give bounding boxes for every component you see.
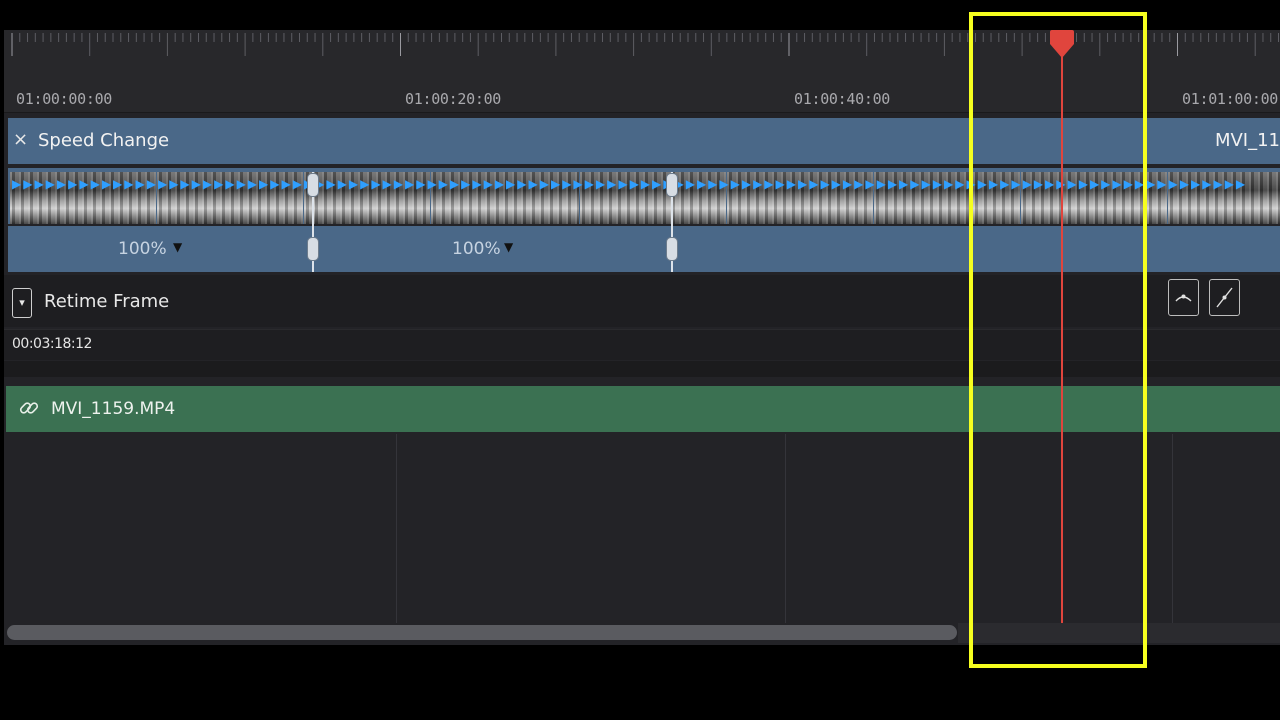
timeline-gridline xyxy=(1172,434,1173,624)
speed-point-bottom-handle[interactable] xyxy=(307,237,319,261)
segment-speed-percent[interactable]: 100% xyxy=(452,239,501,259)
speed-point-top-handle[interactable] xyxy=(666,173,678,197)
retime-toggle-icon[interactable]: ▾ xyxy=(12,288,32,318)
ruler-timecode: 01:00:40:00 xyxy=(794,90,891,108)
timeline-gridline xyxy=(785,434,786,624)
ruler-timecode: 01:01:00:00 xyxy=(1182,90,1279,108)
speed-point-bottom-handle[interactable] xyxy=(666,237,678,261)
speed-point-top-handle[interactable] xyxy=(307,173,319,197)
link-icon xyxy=(18,397,40,423)
horizontal-scrollbar-thumb[interactable] xyxy=(7,625,957,640)
curve-linear-icon[interactable] xyxy=(1209,279,1240,316)
ruler-timecode: 01:00:00:00 xyxy=(16,90,113,108)
retime-frame-label: Retime Frame xyxy=(44,291,170,312)
close-speed-change-icon[interactable]: × xyxy=(13,129,28,150)
retime-timecode: 00:03:18:12 xyxy=(12,336,92,352)
segment-speed-percent[interactable]: 100% xyxy=(118,239,167,259)
speed-dropdown-caret-icon[interactable]: ▼ xyxy=(504,240,513,254)
speed-change-title: Speed Change xyxy=(38,130,170,151)
speed-dropdown-caret-icon[interactable]: ▼ xyxy=(173,240,182,254)
audio-clip-name: MVI_1159.MP4 xyxy=(51,399,176,419)
highlight-box xyxy=(969,12,1147,668)
video-clip-name: MVI_11 xyxy=(1214,130,1280,151)
timeline-gridline xyxy=(396,434,397,624)
curve-ease-icon[interactable] xyxy=(1168,279,1199,316)
ruler-timecode: 01:00:20:00 xyxy=(405,90,502,108)
